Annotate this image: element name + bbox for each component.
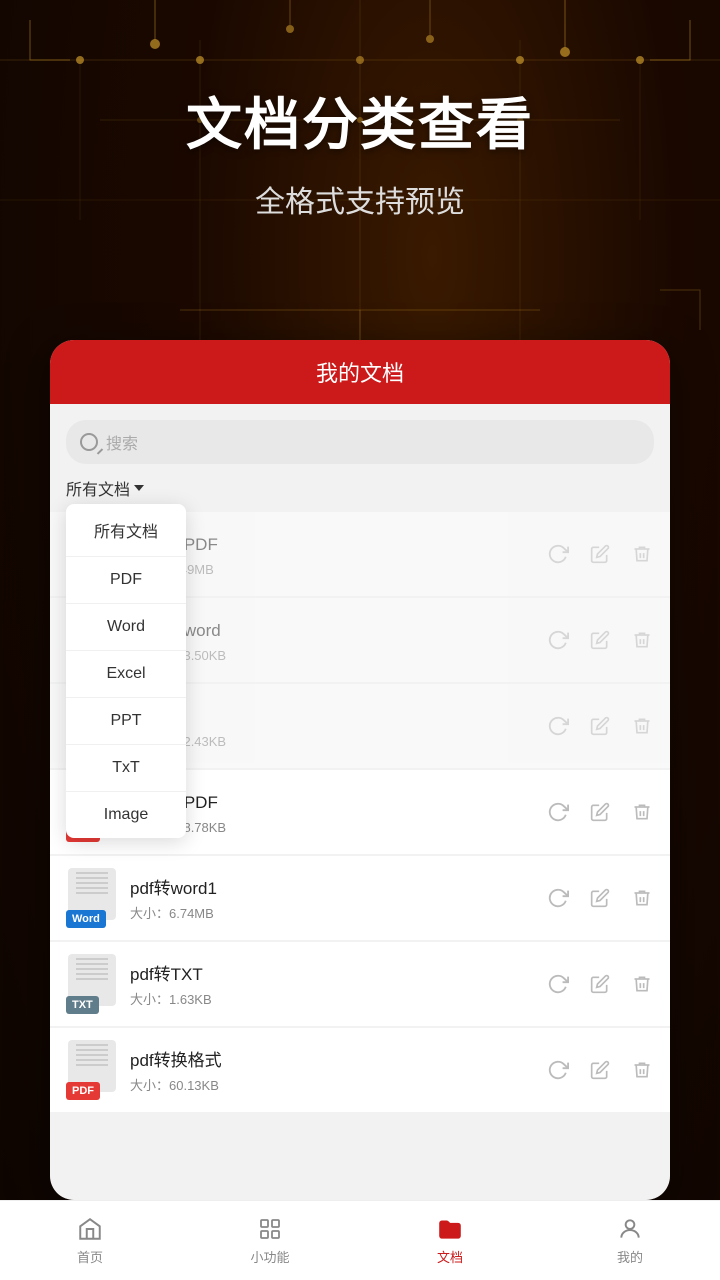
file-item[interactable]: Word pdf转word1 大小：6.74MB [50,856,670,940]
delete-button[interactable] [630,1058,654,1082]
dropdown-item-word[interactable]: Word [66,604,186,651]
file-actions [546,972,654,996]
refresh-button[interactable] [546,542,570,566]
filter-button[interactable]: 所有文档 [66,476,654,500]
refresh-button[interactable] [546,714,570,738]
file-item[interactable]: TXT pdf转TXT 大小：1.63KB [50,942,670,1026]
file-actions [546,714,654,738]
dropdown-item-ppt[interactable]: PPT [66,698,186,745]
file-actions [546,628,654,652]
file-name: 文件3 [130,702,546,727]
file-name: word转word [130,616,546,641]
nav-item-home[interactable]: 首页 [0,1215,180,1266]
card-header: 我的文档 [50,340,670,404]
search-placeholder: 搜索 [106,430,138,454]
nav-label-mine: 我的 [617,1247,643,1266]
file-info: word转PDF 大小：108.78KB [130,788,546,836]
file-size: 大小：6.74MB [130,903,546,922]
delete-button[interactable] [630,800,654,824]
nav-label-functions: 小功能 [250,1247,289,1266]
file-info: pdf转换格式 大小：60.13KB [130,1046,546,1094]
file-size: 大小：362.43KB [130,731,546,750]
dropdown-item-all[interactable]: 所有文档 [66,504,186,557]
edit-button[interactable] [588,628,612,652]
grid-icon [256,1215,284,1243]
main-card: 我的文档 搜索 所有文档 所有文档 PDF Word Excel PPT TxT… [50,340,670,1200]
edit-button[interactable] [588,542,612,566]
file-actions [546,800,654,824]
file-icon: TXT [66,954,118,1014]
edit-button[interactable] [588,714,612,738]
user-icon [616,1215,644,1243]
delete-button[interactable] [630,628,654,652]
file-info: pdf转word1 大小：6.74MB [130,874,546,922]
nav-item-functions[interactable]: 小功能 [180,1215,360,1266]
dropdown-item-pdf[interactable]: PDF [66,557,186,604]
refresh-button[interactable] [546,972,570,996]
file-info: 文件3 大小：362.43KB [130,702,546,750]
file-icon: Word [66,868,118,928]
nav-label-docs: 文档 [437,1247,463,1266]
file-name: pdf转TXT [130,960,546,985]
file-name: word转PDF [130,530,546,555]
refresh-button[interactable] [546,886,570,910]
file-info: word转PDF 大小：1.49MB [130,530,546,578]
edit-button[interactable] [588,972,612,996]
file-info: word转word 大小：353.50KB [130,616,546,664]
filter-arrow-icon [134,485,144,491]
nav-item-mine[interactable]: 我的 [540,1215,720,1266]
hero-title: 文档分类查看 [0,80,720,161]
filter-row: 所有文档 所有文档 PDF Word Excel PPT TxT Image [66,476,654,500]
delete-button[interactable] [630,886,654,910]
filter-label: 所有文档 [66,476,130,500]
folder-icon [436,1215,464,1243]
file-name: word转PDF [130,788,546,813]
refresh-button[interactable] [546,1058,570,1082]
nav-label-home: 首页 [77,1247,103,1266]
refresh-button[interactable] [546,800,570,824]
file-actions [546,542,654,566]
file-size: 大小：1.63KB [130,989,546,1008]
nav-item-docs[interactable]: 文档 [360,1215,540,1266]
delete-button[interactable] [630,714,654,738]
search-icon [80,433,98,451]
filter-dropdown: 所有文档 PDF Word Excel PPT TxT Image [66,504,186,838]
edit-button[interactable] [588,800,612,824]
dropdown-item-txt[interactable]: TxT [66,745,186,792]
home-icon [76,1215,104,1243]
file-icon: PDF [66,1040,118,1100]
file-size: 大小：108.78KB [130,817,546,836]
file-badge-word: Word [66,910,106,928]
delete-button[interactable] [630,972,654,996]
card-header-title: 我的文档 [316,356,404,388]
file-size: 大小：353.50KB [130,645,546,664]
delete-button[interactable] [630,542,654,566]
file-size: 大小：1.49MB [130,559,546,578]
file-actions [546,886,654,910]
dropdown-item-image[interactable]: Image [66,792,186,838]
search-bar[interactable]: 搜索 [66,420,654,464]
file-name: pdf转word1 [130,874,546,899]
file-size: 大小：60.13KB [130,1075,546,1094]
file-actions [546,1058,654,1082]
hero-subtitle: 全格式支持预览 [0,177,720,221]
file-badge-pdf: PDF [66,1082,100,1100]
edit-button[interactable] [588,1058,612,1082]
dropdown-item-excel[interactable]: Excel [66,651,186,698]
hero-section: 文档分类查看 全格式支持预览 [0,80,720,221]
refresh-button[interactable] [546,628,570,652]
edit-button[interactable] [588,886,612,910]
file-name: pdf转换格式 [130,1046,546,1071]
bottom-nav: 首页 小功能 文档 我的 [0,1200,720,1280]
file-info: pdf转TXT 大小：1.63KB [130,960,546,1008]
file-item[interactable]: PDF pdf转换格式 大小：60.13KB [50,1028,670,1112]
file-badge-txt: TXT [66,996,99,1014]
